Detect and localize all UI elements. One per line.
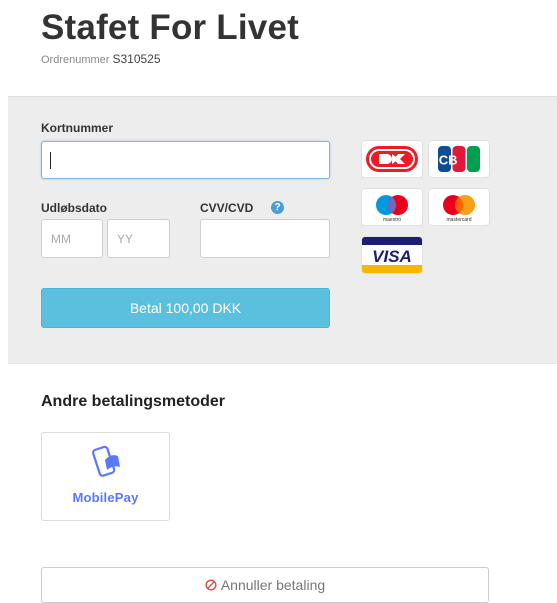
order-number-label: Ordrenummer: [41, 54, 110, 66]
pay-button[interactable]: Betal 100,00 DKK: [41, 288, 330, 328]
card-number-input[interactable]: [41, 141, 330, 179]
dankort-icon: [361, 140, 423, 178]
cancel-payment-button[interactable]: Annuller betaling: [41, 567, 489, 603]
maestro-text: maestro: [383, 217, 401, 223]
mobilepay-icon: [92, 445, 120, 477]
expiry-month-input[interactable]: [41, 219, 103, 258]
cvv-label: CVV/CVD: [200, 201, 254, 215]
order-number-value: S310525: [112, 52, 161, 66]
cvv-help-icon[interactable]: ?: [271, 201, 284, 214]
other-methods-heading: Andre betalingsmetoder: [41, 393, 226, 410]
jcb-icon: JCB: [428, 140, 490, 178]
order-number: Ordrenummer S310525: [41, 52, 161, 66]
visa-text: VISA: [372, 247, 412, 266]
page-title: Stafet For Livet: [41, 8, 299, 47]
cvv-input[interactable]: [200, 219, 330, 258]
visa-icon: VISA: [361, 236, 423, 274]
mobilepay-label: MobilePay: [72, 490, 139, 505]
mastercard-icon: mastercard: [428, 188, 490, 226]
jcb-letter-j: JCB: [436, 153, 458, 168]
mobilepay-button[interactable]: MobilePay: [41, 432, 170, 521]
ban-icon: [205, 579, 217, 591]
expiry-label: Udløbsdato: [41, 201, 107, 215]
mastercard-text: mastercard: [446, 217, 471, 223]
card-number-label: Kortnummer: [41, 121, 114, 135]
maestro-icon: maestro: [361, 188, 423, 226]
text-cursor: [50, 152, 51, 169]
cancel-payment-label: Annuller betaling: [220, 577, 326, 593]
expiry-year-input[interactable]: [107, 219, 170, 258]
